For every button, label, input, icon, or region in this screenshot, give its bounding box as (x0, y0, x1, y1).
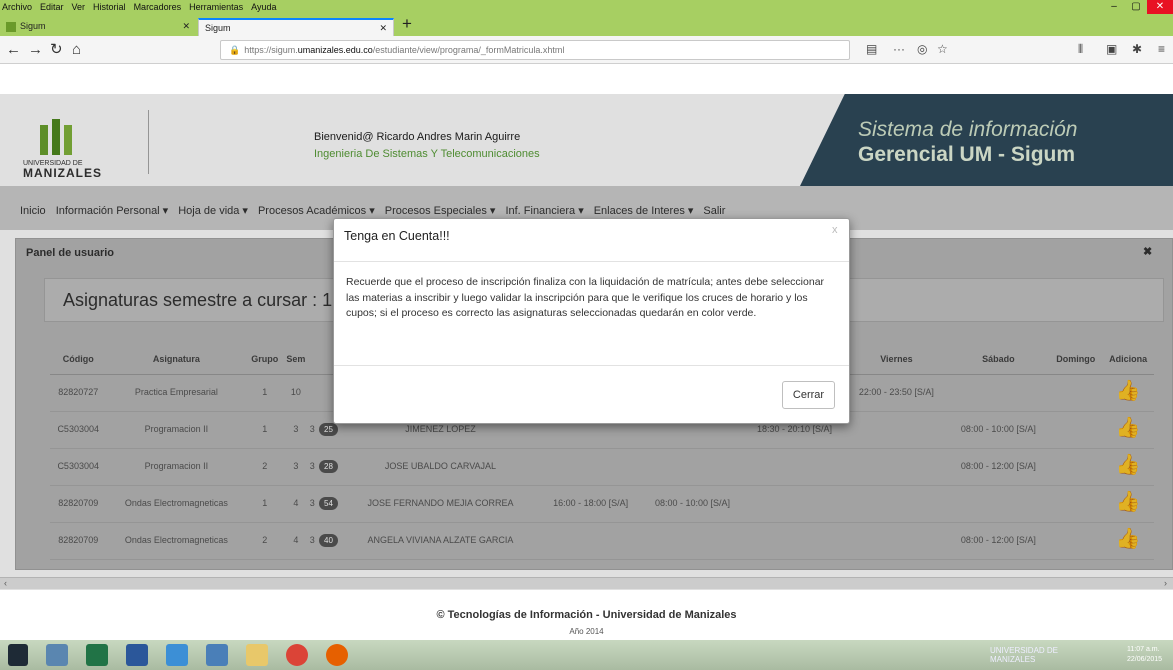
maximize-button[interactable]: ▢ (1125, 0, 1147, 14)
extension-icon[interactable]: ✱ (1132, 42, 1142, 56)
close-window-button[interactable]: ✕ (1147, 0, 1173, 14)
tab-title: Sigum (20, 21, 46, 31)
modal-close-icon[interactable]: x (832, 224, 838, 236)
taskbar-logo-line1: UNIVERSIDAD DE (990, 646, 1059, 655)
reader-view-icon[interactable]: ▤ (866, 42, 877, 56)
notepad-icon[interactable] (46, 644, 68, 666)
start-icon[interactable] (8, 644, 28, 666)
new-tab-button[interactable]: + (402, 14, 412, 34)
word-icon[interactable] (126, 644, 148, 666)
excel-icon[interactable] (86, 644, 108, 666)
tab-favicon-icon (6, 21, 16, 32)
modal-divider (334, 261, 849, 262)
modal-message: Recuerde que el proceso de inscripción f… (346, 276, 825, 320)
back-icon[interactable]: ← (6, 40, 21, 60)
url-path: /estudiante/view/programa/_formMatricula… (372, 45, 565, 55)
lock-icon: 🔒 (229, 45, 241, 55)
menu-item[interactable]: Ayuda (251, 2, 276, 12)
tab-close-icon[interactable]: ✕ (182, 21, 190, 33)
bookmark-star-icon[interactable]: ☆ (937, 42, 948, 56)
taskbar-logo-line2: MANIZALES (990, 655, 1036, 664)
forward-icon[interactable]: → (28, 40, 43, 60)
menu-item[interactable]: Editar (40, 2, 64, 12)
minimize-button[interactable]: – (1103, 0, 1125, 14)
footer-copyright: © Tecnologías de Información - Universid… (436, 609, 737, 621)
taskbar-university-logo: UNIVERSIDAD DE MANIZALES (990, 646, 1058, 664)
window-controls: – ▢ ✕ (1103, 0, 1173, 14)
home-icon[interactable]: ⌂ (72, 40, 81, 60)
menu-item[interactable]: Historial (93, 2, 126, 12)
browser-tab-active[interactable]: Sigum ✕ (198, 18, 394, 36)
url-prefix: https://sigum. (244, 45, 298, 55)
app-icon[interactable] (166, 644, 188, 666)
file-explorer-icon[interactable] (246, 644, 268, 666)
menu-item[interactable]: Archivo (2, 2, 32, 12)
page-actions-icon[interactable]: ··· (893, 42, 905, 56)
footer-year: Año 2014 (569, 627, 604, 636)
menu-item[interactable]: Marcadores (134, 2, 182, 12)
browser-menubar: Archivo Editar Ver Historial Marcadores Herra… (0, 0, 1173, 14)
system-clock[interactable]: 11:07 a.m. 22/06/2015 (1127, 645, 1162, 665)
modal-title: Tenga en Cuenta!!! (344, 229, 450, 243)
tab-title: Sigum (205, 23, 231, 33)
hamburger-menu-icon[interactable]: ≡ (1158, 42, 1165, 56)
firefox-icon[interactable] (326, 644, 348, 666)
chrome-icon[interactable] (286, 644, 308, 666)
tab-close-icon[interactable]: ✕ (379, 23, 387, 33)
browser-tab[interactable]: Sigum ✕ (0, 18, 196, 36)
reload-icon[interactable]: ↻ (50, 40, 63, 60)
clock-date: 22/06/2015 (1127, 656, 1163, 663)
menu-item[interactable]: Ver (72, 2, 86, 12)
app-icon[interactable] (206, 644, 228, 666)
library-icon[interactable]: ⫴ (1078, 42, 1083, 57)
modal-divider (334, 365, 849, 366)
menu-item[interactable]: Herramientas (189, 2, 243, 12)
pocket-icon[interactable]: ◎ (917, 42, 927, 56)
close-modal-button[interactable]: Cerrar (782, 381, 835, 409)
address-bar[interactable]: 🔒 https://sigum.umanizales.edu.co/estudia… (220, 40, 850, 60)
url-domain: umanizales.edu.co (297, 45, 373, 55)
sidebar-icon[interactable]: ▣ (1106, 42, 1117, 56)
clock-time: 11:07 a.m. (1127, 646, 1160, 653)
